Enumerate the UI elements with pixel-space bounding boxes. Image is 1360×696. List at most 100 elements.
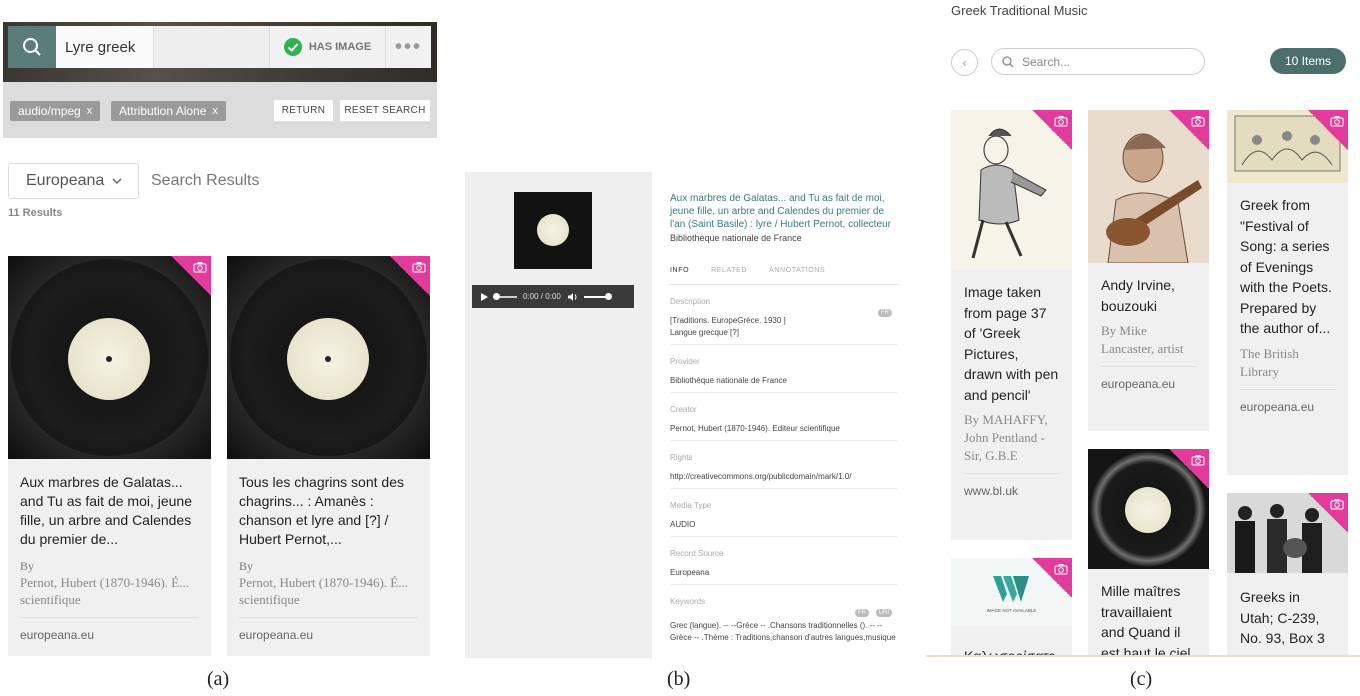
- card-author: The British Library: [1240, 345, 1299, 379]
- progress-slider[interactable]: [493, 292, 517, 300]
- record-publisher: Bibliothèque nationale de France: [670, 233, 802, 243]
- image-badge: [1032, 110, 1072, 150]
- field-label: Record Source: [670, 549, 724, 558]
- field-provider: Provider Bibliothèque nationale de Franc…: [670, 357, 898, 393]
- audio-player: 0:00 / 0:00: [472, 285, 634, 308]
- card-title[interactable]: Mille maîtres travaillaient and Quand il…: [1101, 581, 1197, 656]
- tab-related[interactable]: RELATED: [711, 267, 747, 274]
- collection-search-input[interactable]: Search...: [991, 48, 1205, 75]
- camera-icon: [1054, 564, 1068, 575]
- card-source[interactable]: europeana.eu: [1101, 377, 1197, 391]
- detail-tabs: INFO RELATED ANNOTATIONS: [670, 267, 900, 274]
- record-thumbnail: [514, 192, 592, 269]
- provider-value: Europeana: [26, 172, 105, 189]
- card-source[interactable]: www.bl.uk: [964, 484, 1060, 498]
- card-source[interactable]: europeana.eu: [239, 628, 418, 642]
- card-title[interactable]: Image taken from page 37 of 'Greek Pictu…: [964, 282, 1060, 405]
- filter-chip-audio[interactable]: audio/mpeg x: [10, 101, 101, 121]
- collection-title: Greek Traditional Music: [951, 3, 1088, 18]
- record-label: [1125, 487, 1171, 533]
- detail-media-pane: 0:00 / 0:00: [465, 172, 652, 658]
- tab-info[interactable]: INFO: [670, 267, 689, 274]
- field-label: Media Type: [670, 501, 712, 510]
- has-image-toggle[interactable]: HAS IMAGE: [270, 26, 386, 68]
- record-image: [8, 256, 211, 459]
- field-rights: Rights http://creativecommons.org/public…: [670, 453, 898, 489]
- uri-tag: URI: [875, 609, 892, 617]
- reset-label: RESET SEARCH: [344, 105, 426, 116]
- play-icon[interactable]: [480, 292, 489, 302]
- card-title[interactable]: Aux marbres de Galatas... and Tu as fait…: [20, 473, 199, 553]
- panel-a: Lyre greek HAS IMAGE ••• audio/mpeg x At…: [0, 0, 440, 660]
- field-value: Grec (langue). -- --Grèce -- .Chansons t…: [670, 621, 896, 642]
- caption-b: (b): [667, 668, 691, 690]
- field-description: Description FR [Traditions. EuropeGrèce.…: [670, 297, 898, 345]
- more-options-button[interactable]: •••: [386, 26, 431, 68]
- image-badge: [1308, 493, 1348, 533]
- volume-slider[interactable]: [583, 292, 612, 300]
- search-input[interactable]: Lyre greek: [56, 26, 154, 68]
- card-source[interactable]: europeana.eu: [20, 628, 199, 642]
- placeholder-image: IMAGE NOT AVAILABLE: [951, 558, 1072, 626]
- card-title[interactable]: Greek from "Festival of Song: a series o…: [1240, 195, 1336, 339]
- field-record-source: Record Source Europeana: [670, 549, 898, 585]
- search-button[interactable]: [8, 26, 56, 68]
- card-title[interactable]: Tous les chagrins sont des chagrins... :…: [239, 473, 418, 553]
- collection-card[interactable]: Image taken from page 37 of 'Greek Pictu…: [951, 110, 1072, 540]
- filter-chip-license[interactable]: Attribution Alone x: [111, 101, 226, 121]
- provider-dropdown[interactable]: Europeana: [8, 163, 139, 199]
- field-label: Description: [670, 297, 711, 306]
- volume-icon[interactable]: [567, 292, 578, 302]
- camera-icon: [1054, 116, 1068, 127]
- results-title: Search Results: [151, 172, 260, 189]
- collection-card[interactable]: IMAGE NOT AVAILABLE Καλωσορίσατε: [951, 558, 1072, 656]
- engraving-image: [1227, 110, 1348, 183]
- collection-card[interactable]: Andy Irvine, bouzouki By Mike Lancaster,…: [1088, 110, 1209, 431]
- card-author: By Mike Lancaster, artist: [1101, 323, 1184, 356]
- caption-c: (c): [1130, 668, 1153, 690]
- field-value: Bibliothèque nationale de France: [670, 376, 787, 385]
- collection-card[interactable]: Greek from "Festival of Song: a series o…: [1227, 110, 1348, 475]
- camera-icon: [193, 262, 207, 273]
- field-value: Pernot, Hubert (1870-1946). Editeur scie…: [670, 424, 840, 433]
- tab-annotations[interactable]: ANNOTATIONS: [769, 267, 825, 274]
- card-author: Pernot, Hubert (1870-1946). É... scienti…: [20, 575, 189, 607]
- return-label: RETURN: [281, 105, 326, 116]
- field-label: Keywords: [670, 597, 706, 606]
- detail-info-pane: Aux marbres de Galatas... and Tu as fait…: [652, 172, 900, 658]
- search-icon: [23, 38, 41, 56]
- back-button[interactable]: ‹: [951, 49, 978, 76]
- language-tag: FR: [855, 609, 869, 617]
- photo-image: [1227, 493, 1348, 573]
- items-count-badge[interactable]: 10 Items: [1270, 48, 1346, 74]
- card-title[interactable]: Andy Irvine, bouzouki: [1101, 275, 1197, 316]
- caption-a: (a): [207, 668, 230, 690]
- chevron-down-icon: [112, 177, 122, 184]
- collection-card[interactable]: Mille maîtres travaillaient and Quand il…: [1088, 449, 1209, 656]
- search-input-value: Lyre greek: [65, 38, 136, 56]
- field-media-type: Media Type AUDIO: [670, 501, 898, 537]
- record-title: Aux marbres de Galatas... and Tu as fait…: [670, 193, 891, 230]
- collection-card[interactable]: Greeks in Utah; C-239, No. 93, Box 3: [1227, 493, 1348, 656]
- chip-remove-icon[interactable]: x: [87, 105, 93, 117]
- scroll-edge: [926, 655, 1360, 657]
- card-author: By MAHAFFY, John Pentland - Sir, G.B.E: [964, 412, 1048, 463]
- card-source[interactable]: europeana.eu: [1240, 400, 1336, 414]
- image-badge: [1169, 449, 1209, 489]
- field-value-link[interactable]: http://creativecommons.org/publicdomain/…: [670, 471, 898, 483]
- camera-icon: [1191, 116, 1205, 127]
- chevron-left-icon: ‹: [962, 55, 967, 70]
- reset-search-button[interactable]: RESET SEARCH: [339, 99, 431, 122]
- chip-remove-icon[interactable]: x: [212, 105, 218, 117]
- check-circle-icon: [283, 38, 302, 56]
- result-card[interactable]: Aux marbres de Galatas... and Tu as fait…: [8, 256, 211, 656]
- drawing-image: [1088, 110, 1209, 263]
- result-card[interactable]: Tous les chagrins sont des chagrins... :…: [227, 256, 430, 656]
- return-button[interactable]: RETURN: [273, 99, 334, 122]
- image-badge: [390, 256, 430, 296]
- camera-icon: [412, 262, 426, 273]
- camera-icon: [1330, 116, 1344, 127]
- search-input-extension[interactable]: [154, 26, 270, 68]
- language-tag: FR: [878, 309, 892, 317]
- card-title[interactable]: Greeks in Utah; C-239, No. 93, Box 3: [1240, 587, 1336, 649]
